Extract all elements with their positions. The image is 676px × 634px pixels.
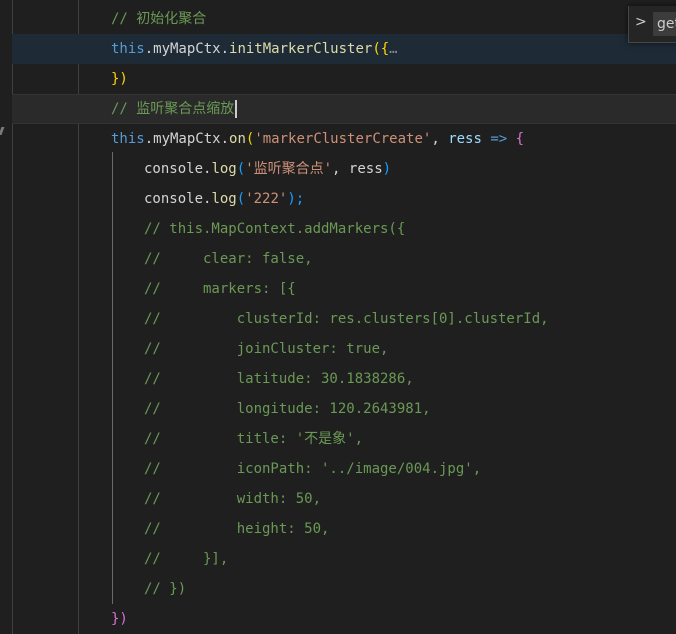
comment-text: // 监听聚合点缩放	[111, 95, 238, 123]
comment-text: // })	[144, 581, 187, 597]
code-line-current[interactable]: // 监听聚合点缩放	[12, 94, 676, 124]
comment-text: // 初始化聚合	[111, 11, 207, 27]
punctuation: ,	[431, 131, 449, 147]
code-text: console.log('222');	[144, 184, 304, 214]
code-text: this.myMapCtx.initMarkerCluster({…	[111, 34, 398, 64]
code-text: console.log('监听聚合点', ress)	[144, 154, 391, 184]
comment-text: // longitude: 120.2643981,	[144, 401, 431, 417]
code-line[interactable]: console.log('监听聚合点', ress)	[12, 154, 676, 184]
code-text: this.myMapCtx.on('markerClusterCreate', …	[111, 124, 524, 154]
code-line[interactable]: // markers: [{	[12, 274, 676, 304]
function-name: log	[211, 161, 237, 177]
code-line[interactable]: // width: 50,	[12, 484, 676, 514]
string-literal: '监听聚合点'	[245, 161, 333, 177]
comment-text: // width: 50,	[144, 491, 322, 507]
keyword-this: this	[111, 41, 145, 57]
member-access: .myMapCtx.	[144, 131, 230, 147]
function-name: on	[229, 131, 246, 147]
string-literal: '222'	[245, 191, 288, 207]
chevron-right-icon[interactable]: >	[635, 14, 647, 30]
comment-text: // clusterId: res.clusters[0].clusterId,	[144, 311, 549, 327]
identifier: ress	[348, 161, 383, 177]
identifier: console	[144, 161, 204, 177]
closing-bracket: })	[111, 611, 128, 627]
code-line[interactable]: // clear: false,	[12, 244, 676, 274]
bracket: )	[382, 161, 392, 177]
arrow-operator: =>	[481, 131, 516, 147]
code-line[interactable]: // })	[12, 574, 676, 604]
bracket: (	[236, 161, 246, 177]
comment-text: // }],	[144, 551, 229, 567]
comment-text: // markers: [{	[144, 281, 296, 297]
identifier: console	[144, 191, 204, 207]
code-line[interactable]: // }],	[12, 544, 676, 574]
code-line[interactable]: })	[12, 604, 676, 634]
closing-bracket: })	[111, 71, 128, 87]
bracket: ({	[372, 41, 390, 57]
bracket: {	[515, 131, 525, 147]
code-line[interactable]: // height: 50,	[12, 514, 676, 544]
comment-text: // joinCluster: true,	[144, 341, 389, 357]
bracket: );	[287, 191, 305, 207]
comment-text: // clear: false,	[144, 251, 313, 267]
gutter-marker	[0, 127, 5, 135]
member-access: .myMapCtx.	[144, 41, 230, 57]
parameter: ress	[448, 131, 482, 147]
text-cursor	[235, 100, 238, 118]
find-widget[interactable]: > get	[628, 6, 676, 43]
code-line[interactable]: // longitude: 120.2643981,	[12, 394, 676, 424]
editor-gutter	[0, 0, 12, 634]
code-line-folded[interactable]: this.myMapCtx.initMarkerCluster({…	[12, 34, 676, 64]
code-line[interactable]: // clusterId: res.clusters[0].clusterId,	[12, 304, 676, 334]
comment-text: // this.MapContext.addMarkers({	[144, 221, 406, 237]
keyword-this: this	[111, 131, 145, 147]
code-line[interactable]: // iconPath: '../image/004.jpg',	[12, 454, 676, 484]
function-name: log	[211, 191, 237, 207]
fold-ellipsis[interactable]: …	[389, 41, 397, 57]
comment-text: // title: '不是象',	[144, 431, 364, 447]
code-editor[interactable]: // 初始化聚合 this.myMapCtx.initMarkerCluster…	[0, 0, 676, 634]
comment-text: // height: 50,	[144, 521, 330, 537]
code-line[interactable]: // joinCluster: true,	[12, 334, 676, 364]
code-line[interactable]: this.myMapCtx.on('markerClusterCreate', …	[12, 124, 676, 154]
code-line[interactable]: console.log('222');	[12, 184, 676, 214]
bracket: (	[236, 191, 246, 207]
function-name: initMarkerCluster	[229, 41, 373, 57]
find-input[interactable]: get	[653, 12, 676, 36]
comment-content: // 监听聚合点缩放	[111, 101, 235, 117]
comment-text: // latitude: 30.1838286,	[144, 371, 414, 387]
code-line[interactable]: // 初始化聚合	[12, 4, 676, 34]
string-literal: 'markerClusterCreate'	[254, 131, 432, 147]
code-line[interactable]: // title: '不是象',	[12, 424, 676, 454]
punctuation: ,	[332, 161, 349, 177]
comment-text: // iconPath: '../image/004.jpg',	[144, 461, 482, 477]
code-line[interactable]: // this.MapContext.addMarkers({	[12, 214, 676, 244]
code-line[interactable]: // latitude: 30.1838286,	[12, 364, 676, 394]
code-line[interactable]: })	[12, 64, 676, 94]
